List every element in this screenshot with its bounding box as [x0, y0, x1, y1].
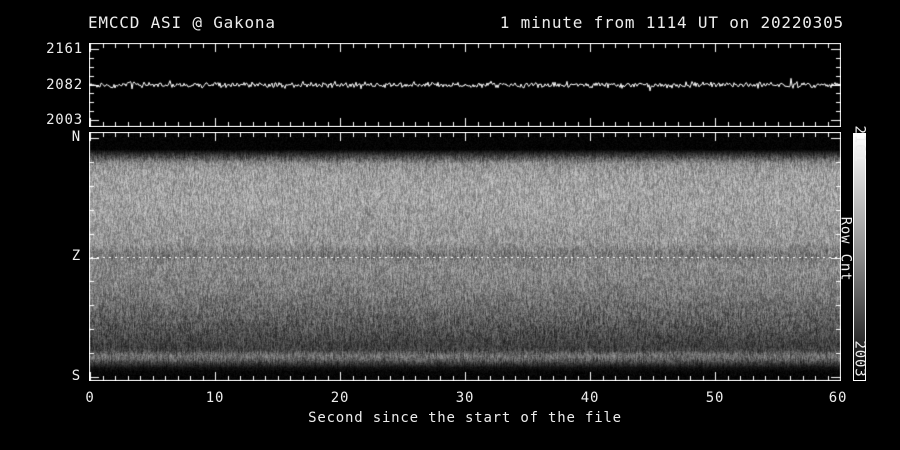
xtick-label-60: 60: [828, 390, 848, 406]
zenith-count-trace-panel: [89, 43, 841, 127]
xtick-label-50: 50: [705, 390, 725, 406]
xtick-label-30: 30: [455, 390, 475, 406]
plot-time-title: 1 minute from 1114 UT on 20220305: [499, 13, 844, 32]
plot-title: EMCCD ASI @ Gakona: [88, 13, 276, 32]
ytick-label-south: S: [71, 368, 81, 384]
ytick-label-2082: 2082: [46, 77, 83, 93]
keogram-heatmap-panel: [89, 132, 841, 381]
xtick-label-20: 20: [330, 390, 350, 406]
ytick-label-2161: 2161: [46, 41, 83, 57]
ytick-label-2003: 2003: [46, 112, 83, 128]
emccd-keogram-figure: EMCCD ASI @ Gakona 1 minute from 1114 UT…: [0, 0, 900, 450]
xtick-label-10: 10: [205, 390, 225, 406]
ytick-label-north: N: [71, 129, 81, 145]
xtick-label-0: 0: [85, 390, 95, 406]
xtick-label-40: 40: [580, 390, 600, 406]
ytick-label-zenith: Z: [71, 248, 81, 264]
x-axis-label: Second since the start of the file: [308, 410, 622, 426]
